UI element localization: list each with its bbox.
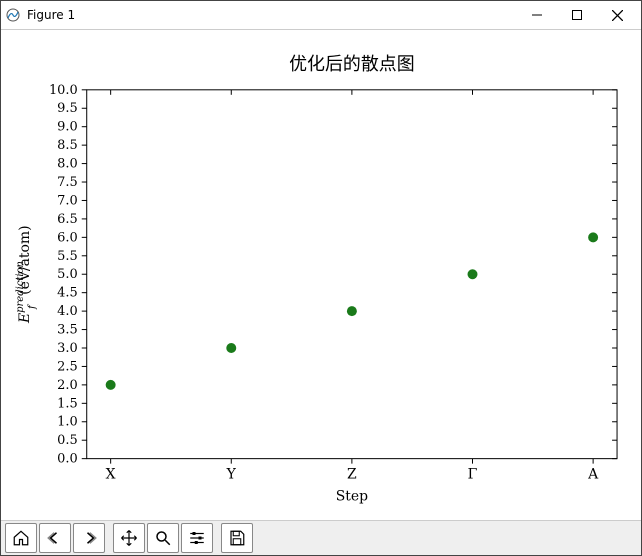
- y-tick-label: 6.5: [57, 212, 78, 227]
- data-point: [226, 343, 236, 353]
- y-tick-label: 2.0: [57, 378, 78, 393]
- plot-area: 优化后的散点图 0.0 0.5 1.0 1.5 2.0 2.5 3.0 3.5 4.0 4.5 5.0…: [1, 30, 641, 520]
- home-button[interactable]: [5, 523, 37, 553]
- y-tick-label: 2.5: [57, 359, 78, 374]
- data-point: [468, 269, 478, 279]
- y-tick-label: 10.0: [49, 83, 78, 98]
- back-button[interactable]: [39, 523, 71, 553]
- maximize-button[interactable]: [557, 1, 597, 29]
- y-tick-label: 0.0: [57, 452, 78, 467]
- x-tick-label: Z: [347, 467, 357, 483]
- app-icon: [5, 7, 21, 23]
- x-tick-label: Y: [226, 467, 237, 483]
- save-button[interactable]: [221, 523, 253, 553]
- chart-svg: 优化后的散点图 0.0 0.5 1.0 1.5 2.0 2.5 3.0 3.5 4.0 4.5 5.0…: [1, 30, 641, 520]
- y-tick-label: 0.5: [57, 433, 78, 448]
- y-tick-label: 3.0: [57, 341, 78, 356]
- y-tick-label: 4.0: [57, 304, 78, 319]
- y-tick-label: 4.5: [57, 286, 78, 301]
- figure-window: Figure 1 优化后的散点图 0.0 0.5 1.0 1.5 2.0 2.5 3.0 3.5…: [0, 0, 642, 556]
- y-tick-label: 7.5: [57, 175, 78, 190]
- pan-button[interactable]: [113, 523, 145, 553]
- configure-subplots-button[interactable]: [181, 523, 213, 553]
- x-tick-label: Γ: [468, 467, 478, 483]
- y-tick-label: 8.0: [57, 157, 78, 172]
- close-button[interactable]: [597, 1, 637, 29]
- y-tick-label: 1.5: [57, 396, 78, 411]
- window-title: Figure 1: [27, 8, 75, 22]
- y-tick-label: 9.0: [57, 120, 78, 135]
- y-tick-label: 5.0: [57, 267, 78, 282]
- y-tick-label: 1.0: [57, 415, 78, 430]
- y-tick-label: 5.5: [57, 249, 78, 264]
- minimize-button[interactable]: [517, 1, 557, 29]
- data-point: [347, 306, 357, 316]
- y-tick-label: 6.0: [57, 230, 78, 245]
- forward-button[interactable]: [73, 523, 105, 553]
- y-tick-label: 3.5: [57, 323, 78, 338]
- data-point: [106, 380, 116, 390]
- zoom-button[interactable]: [147, 523, 179, 553]
- y-tick-label: 8.5: [57, 138, 78, 153]
- toolbar: [1, 520, 641, 555]
- x-axis-label: Step: [336, 489, 368, 505]
- data-point: [588, 232, 598, 242]
- x-tick-label: X: [106, 467, 116, 483]
- titlebar: Figure 1: [1, 1, 641, 30]
- y-tick-label: 7.0: [57, 193, 78, 208]
- y-axis-label: Epredictionf (eV/atom): [15, 225, 38, 324]
- x-tick-label: A: [587, 467, 599, 483]
- chart-title: 优化后的散点图: [289, 54, 415, 75]
- axes-frame: [87, 90, 617, 459]
- y-tick-label: 9.5: [57, 101, 78, 116]
